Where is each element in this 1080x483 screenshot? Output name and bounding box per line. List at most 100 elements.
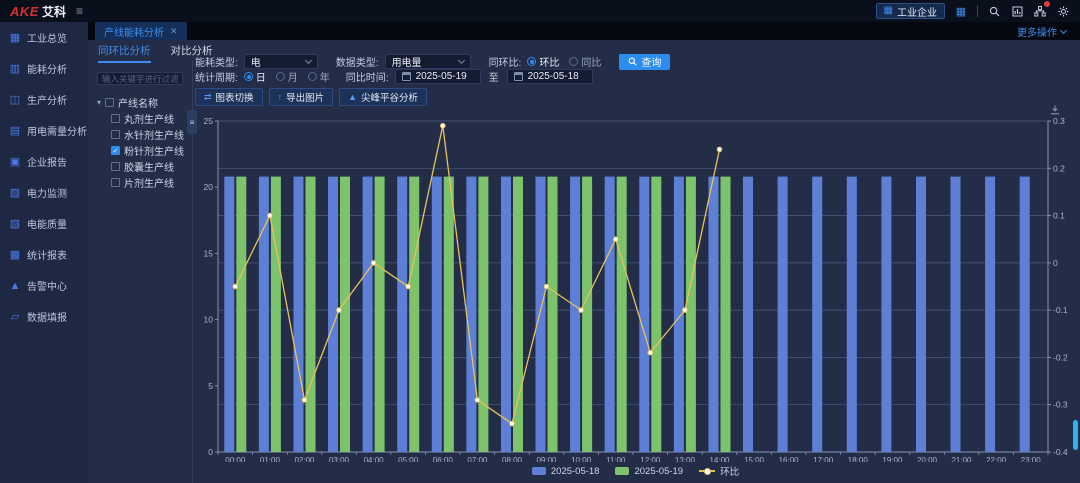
tree-item-label: 片剂生产线	[124, 175, 174, 190]
tree-root-checkbox[interactable]	[105, 98, 114, 107]
sidebar-item-power-monitor[interactable]: ▧电力监测	[0, 177, 88, 208]
button-chart-switch[interactable]: ⇄图表切换	[195, 88, 263, 106]
org-structure-icon[interactable]	[1033, 4, 1047, 18]
legend-环比[interactable]: 环比	[699, 464, 739, 478]
sidebar-item-enterprise-report[interactable]: ▣企业报告	[0, 146, 88, 177]
report-board-icon[interactable]	[1010, 4, 1024, 18]
compare-time-label: 同比时间:	[346, 69, 389, 84]
button-export-image[interactable]: ↑导出图片	[269, 88, 334, 106]
settings-gear-icon[interactable]	[1056, 4, 1070, 18]
sidebar-item-label: 电能质量	[27, 216, 67, 231]
radio-circle-icon	[308, 72, 317, 81]
tree-caret-icon[interactable]: ▾	[97, 98, 101, 107]
tree-item-checkbox[interactable]	[111, 130, 120, 139]
tree-item-checkbox[interactable]: ✓	[111, 146, 120, 155]
chevron-down-icon	[1060, 26, 1067, 33]
tree-item[interactable]: 丸剂生产线	[95, 111, 192, 127]
tab-production-line-energy[interactable]: 产线能耗分析 ✕	[95, 22, 187, 40]
tree-item-label: 胶囊生产线	[124, 159, 174, 174]
industry-overview-icon: ▦	[9, 31, 21, 44]
svg-text:-0.3: -0.3	[1053, 400, 1068, 410]
tree-item-checkbox[interactable]	[111, 162, 120, 171]
legend-label: 2025-05-18	[551, 466, 600, 477]
svg-text:00:00: 00:00	[225, 456, 246, 462]
data-type-value: 用电量	[392, 54, 422, 69]
radio-period-年[interactable]: 年	[308, 69, 330, 84]
radio-label: 年	[320, 69, 330, 84]
date-start-input[interactable]: 2025-05-19	[395, 69, 481, 84]
svg-text:-0.1: -0.1	[1053, 305, 1068, 315]
radio-period-月[interactable]: 月	[276, 69, 298, 84]
button-label: 导出图片	[286, 90, 324, 104]
more-actions-link[interactable]: 更多操作	[1017, 24, 1066, 39]
svg-text:10: 10	[204, 315, 214, 325]
page-scrollbar-thumb[interactable]	[1073, 420, 1078, 450]
period-label: 统计周期:	[195, 69, 238, 84]
menu-collapse-icon[interactable]: ≡	[76, 4, 83, 18]
svg-text:17:00: 17:00	[813, 456, 834, 462]
enterprise-switch-button[interactable]: ▦ 工业企业	[876, 3, 945, 19]
production-line-tree: ▾ 产线名称 丸剂生产线水针剂生产线 ✓ 粉针剂生产线胶囊生产线片剂生产线	[95, 95, 192, 191]
tree-root-row[interactable]: ▾ 产线名称	[95, 95, 192, 111]
save-image-icon[interactable]	[1050, 102, 1060, 120]
date-end-input[interactable]: 2025-05-18	[507, 69, 593, 84]
tree-item-checkbox[interactable]	[111, 178, 120, 187]
calendar-icon	[514, 72, 523, 81]
energy-type-select[interactable]: 电	[244, 54, 318, 69]
tree-item[interactable]: 片剂生产线	[95, 175, 192, 191]
apps-grid-icon[interactable]: ▦	[954, 4, 968, 18]
tree-item[interactable]: 水针剂生产线	[95, 127, 192, 143]
tree-item-checkbox[interactable]	[111, 114, 120, 123]
app-logo: AKE 艾科	[10, 3, 66, 20]
radio-ratio-同比[interactable]: 同比	[569, 54, 601, 69]
svg-text:10:00: 10:00	[571, 456, 592, 462]
chart-action-buttons: ⇄图表切换 ↑导出图片 ▲尖峰平谷分析	[195, 88, 1076, 106]
svg-text:25: 25	[204, 116, 214, 126]
panel-collapse-handle[interactable]: ≡	[187, 110, 197, 134]
search-icon[interactable]	[987, 4, 1001, 18]
tab-label: 产线能耗分析	[104, 24, 164, 39]
button-peak-valley-analysis[interactable]: ▲尖峰平谷分析	[339, 88, 427, 106]
data-type-select[interactable]: 用电量	[385, 54, 471, 69]
svg-text:05:00: 05:00	[398, 456, 419, 462]
radio-ratio-环比[interactable]: 环比	[527, 54, 559, 69]
tab-close-icon[interactable]: ✕	[170, 26, 178, 37]
tree-root-label: 产线名称	[118, 95, 158, 110]
svg-text:06:00: 06:00	[433, 456, 454, 462]
tree-filter-input[interactable]	[97, 72, 183, 85]
peak-valley-analysis-icon: ▲	[348, 92, 357, 102]
energy-consumption-chart[interactable]: 25201510500.30.20.10-0.1-0.2-0.3-0.400:0…	[195, 110, 1075, 462]
svg-text:01:00: 01:00	[260, 456, 281, 462]
sidebar-item-production-analysis[interactable]: ◫生产分析	[0, 84, 88, 115]
bar-series-2025-05-19	[236, 177, 730, 452]
svg-text:11:00: 11:00	[606, 456, 626, 462]
tree-item[interactable]: ✓ 粉针剂生产线	[95, 143, 192, 159]
top-header: AKE 艾科 ≡ ▦ 工业企业 ▦	[0, 0, 1080, 22]
sidebar-item-data-entry[interactable]: ▱数据填报	[0, 301, 88, 332]
sidebar-item-alarm-center[interactable]: ▲告警中心	[0, 270, 88, 301]
svg-text:08:00: 08:00	[502, 456, 523, 462]
svg-text:-0.4: -0.4	[1053, 447, 1068, 457]
tree-item[interactable]: 胶囊生产线	[95, 159, 192, 175]
legend-2025-05-19[interactable]: 2025-05-19	[615, 466, 683, 477]
sidebar-item-statistics-report[interactable]: ▩统计报表	[0, 239, 88, 270]
enterprise-button-label: 工业企业	[897, 4, 937, 19]
chart-switch-icon: ⇄	[204, 92, 212, 103]
svg-text:0.2: 0.2	[1053, 163, 1065, 173]
ratio-type-label: 同环比:	[489, 54, 522, 69]
sidebar-item-power-quality[interactable]: ▨电能质量	[0, 208, 88, 239]
tree-item-label: 粉针剂生产线	[124, 143, 184, 158]
date-end-value: 2025-05-18	[528, 71, 579, 82]
query-button[interactable]: 查询	[619, 54, 670, 70]
radio-circle-icon	[244, 72, 253, 81]
svg-text:0: 0	[1053, 258, 1058, 268]
query-button-label: 查询	[641, 54, 661, 69]
sidebar-item-power-demand-analysis[interactable]: ▤用电需量分析	[0, 115, 88, 146]
legend-2025-05-18[interactable]: 2025-05-18	[532, 466, 600, 477]
legend-swatch	[532, 467, 546, 475]
sidebar-item-industry-overview[interactable]: ▦工业总览	[0, 22, 88, 53]
main-content: 同环比分析对比分析 ▾ 产线名称 丸剂生产线水针剂生产线✓粉针剂生产线胶囊生产线…	[88, 40, 1080, 483]
grid-icon: ▦	[884, 6, 893, 16]
radio-period-日[interactable]: 日	[244, 69, 266, 84]
sidebar-item-energy-analysis[interactable]: ▥能耗分析	[0, 53, 88, 84]
